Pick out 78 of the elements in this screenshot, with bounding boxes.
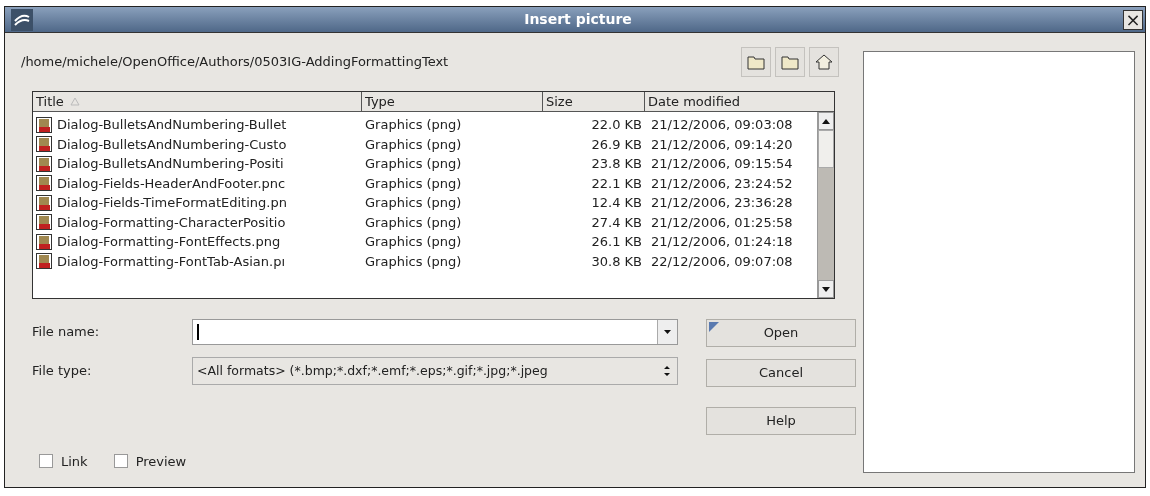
file-date: 21/12/2006, 01:25:58 [650,213,794,232]
checkbox[interactable]: Link [39,451,88,471]
file-size: 27.4 KB [590,213,643,232]
image-file-icon [36,253,52,270]
file-name: Dialog-BulletsAndNumbering-Bullet [57,116,287,134]
scroll-thumb[interactable] [818,130,834,168]
file-type: Graphics (png) [364,252,463,271]
text-cursor [197,324,199,340]
checkbox[interactable]: Preview [113,451,187,471]
image-file-icon [36,136,52,153]
file-row[interactable]: Dialog-Formatting-FontEffects.png Graphics (png) 26.1 KB 21/12/2006, 01:24:18 [33,232,817,252]
file-type: Graphics (png) [364,194,463,212]
app-icon [11,8,33,31]
file-size: 12.4 KB [590,194,643,212]
file-type: Graphics (png) [364,213,463,232]
file-date: 21/12/2006, 09:03:08 [650,116,794,134]
file-name: Dialog-Formatting-FontEffects.png [57,233,281,251]
scroll-up-icon [822,118,830,124]
file-name: Dialog-Formatting-FontTab-Asian.pı [57,252,285,271]
dropdown-icon [664,330,671,334]
new-folder-button[interactable] [775,47,805,77]
file-row[interactable]: Dialog-Formatting-FontTab-Asian.pı Graphics (png) 30.8 KB 22/12/2006, 09:07:08 [33,251,817,271]
file-name: Dialog-BulletsAndNumbering-Positi [57,155,284,173]
file-row[interactable]: Dialog-BulletsAndNumbering-Custo Graphics (png) 26.9 KB 21/12/2006, 09:14:20 [33,134,817,154]
file-type-label: File type: [32,362,93,381]
file-type: Graphics (png) [364,135,463,154]
file-row[interactable]: Dialog-Fields-HeaderAndFooter.pnc Graphics (png) 22.1 KB 21/12/2006, 23:24:52 [33,173,817,193]
file-row[interactable]: Dialog-BulletsAndNumbering-Bullet Graphics (png) 22.0 KB 21/12/2006, 09:03:08 [33,115,817,135]
file-size: 26.9 KB [590,135,643,154]
file-size: 22.1 KB [590,174,643,193]
dialog-button[interactable]: Cancel [706,359,856,387]
file-date: 21/12/2006, 23:24:52 [650,174,794,193]
file-type-select[interactable]: <All formats> (*.bmp;*.dxf;*.emf;*.eps;*.gif;*.jpg;*.jpeg [192,357,678,385]
file-type: Graphics (png) [364,233,463,251]
folder-up-button[interactable] [741,47,771,77]
spinner-icon [663,365,671,377]
file-size: 26.1 KB [590,233,643,251]
file-type: Graphics (png) [364,174,463,193]
file-size: 23.8 KB [590,155,643,173]
file-name-label: File name: [32,323,101,342]
image-file-icon [36,194,52,211]
file-size: 30.8 KB [590,252,643,271]
file-date: 21/12/2006, 09:15:54 [650,155,794,173]
file-name: Dialog-BulletsAndNumbering-Custo [57,135,287,154]
file-name: Dialog-Formatting-CharacterPositio [57,213,286,232]
file-date: 21/12/2006, 01:24:18 [650,233,794,251]
close-button[interactable]: × [1123,9,1143,30]
scroll-down-icon [822,286,830,292]
default-marker-icon [709,322,719,332]
file-name: Dialog-Fields-HeaderAndFooter.pnc [57,174,286,193]
home-button[interactable] [809,47,839,77]
dialog-button[interactable]: Help [706,407,856,435]
column-header[interactable]: Date modified [645,92,834,111]
file-date: 22/12/2006, 09:07:08 [650,252,794,271]
home-icon [815,54,833,70]
column-header[interactable]: Type [362,92,543,111]
file-row[interactable]: Dialog-BulletsAndNumbering-Positi Graphics (png) 23.8 KB 21/12/2006, 09:15:54 [33,154,817,174]
image-file-icon [36,116,52,133]
folder-path: /home/michele/OpenOffice/Authors/0503IG-AddingFormattingText [21,53,449,72]
file-name: Dialog-Fields-TimeFormatEditing.pn [57,194,287,212]
file-row[interactable]: Dialog-Fields-TimeFormatEditing.pn Graphics (png) 12.4 KB 21/12/2006, 23:36:28 [33,193,817,213]
file-date: 21/12/2006, 23:36:28 [650,194,794,212]
file-size: 22.0 KB [590,116,643,134]
scrollbar[interactable] [817,112,834,298]
dialog-button[interactable]: Open [706,319,856,347]
image-file-icon [36,214,52,231]
image-file-icon [36,155,52,172]
image-file-icon [36,233,52,250]
file-row[interactable]: Dialog-Formatting-CharacterPositio Graphics (png) 27.4 KB 21/12/2006, 01:25:58 [33,212,817,232]
file-type: Graphics (png) [364,116,463,134]
file-type: Graphics (png) [364,155,463,173]
file-date: 21/12/2006, 09:14:20 [650,135,794,154]
sort-ascending-icon [69,97,80,106]
image-file-icon [36,175,52,192]
column-header[interactable]: Title [33,92,362,111]
file-name-field[interactable] [192,319,678,345]
window-title: Insert picture [523,10,633,29]
column-header[interactable]: Size [543,92,645,111]
